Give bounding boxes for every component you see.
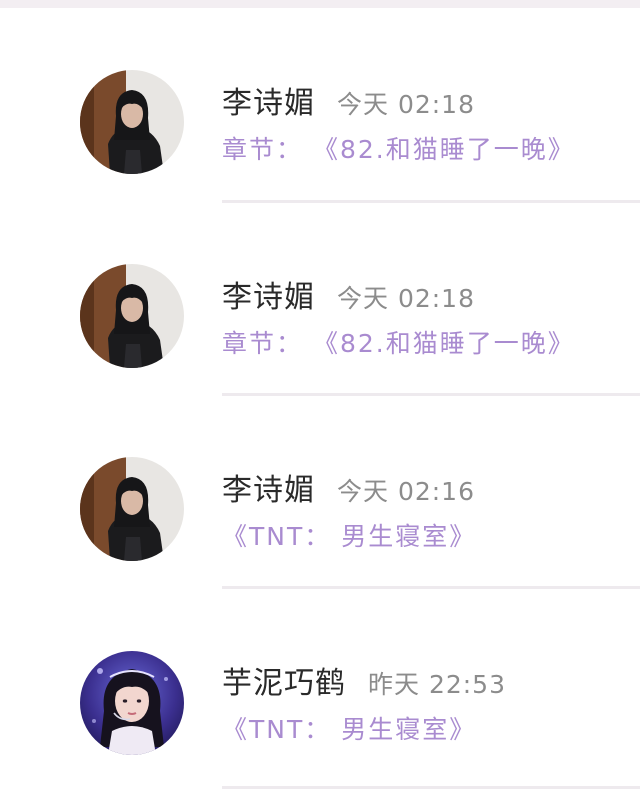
timestamp: 今天 02:18 <box>337 284 475 313</box>
comment-content-link[interactable]: 《TNT： 男生寝室》 <box>222 517 476 553</box>
comment-content-link[interactable]: 章节： 《82.和猫睡了一晚》 <box>222 324 575 360</box>
stage-performer-portrait-icon <box>80 651 184 755</box>
timestamp: 今天 02:16 <box>337 477 475 506</box>
list-item[interactable]: 李诗媚 今天 02:18 章节： 《82.和猫睡了一晚》 <box>0 8 640 203</box>
top-strip <box>0 0 640 8</box>
user-name[interactable]: 芋泥巧鹤 <box>222 666 346 701</box>
dark-haired-girl-portrait-icon <box>80 264 184 368</box>
comment-list: 李诗媚 今天 02:18 章节： 《82.和猫睡了一晚》 李诗媚 今天 02:18 … <box>0 8 640 789</box>
name-line: 李诗媚 今天 02:18 <box>222 272 475 316</box>
name-line: 芋泥巧鹤 昨天 22:53 <box>222 658 506 702</box>
user-name[interactable]: 李诗媚 <box>222 473 315 508</box>
dark-haired-girl-portrait-icon <box>80 70 184 174</box>
avatar[interactable] <box>80 70 184 174</box>
avatar[interactable] <box>80 651 184 755</box>
list-item[interactable]: 李诗媚 今天 02:16 《TNT： 男生寝室》 <box>0 395 640 589</box>
avatar[interactable] <box>80 264 184 368</box>
list-item[interactable]: 李诗媚 今天 02:18 章节： 《82.和猫睡了一晚》 <box>0 202 640 396</box>
user-name[interactable]: 李诗媚 <box>222 280 315 315</box>
user-name[interactable]: 李诗媚 <box>222 86 315 121</box>
dark-haired-girl-portrait-icon <box>80 457 184 561</box>
name-line: 李诗媚 今天 02:16 <box>222 465 475 509</box>
list-item[interactable]: 芋泥巧鹤 昨天 22:53 《TNT： 男生寝室》 <box>0 588 640 789</box>
comment-content-link[interactable]: 《TNT： 男生寝室》 <box>222 710 476 746</box>
timestamp: 昨天 22:53 <box>368 670 506 699</box>
name-line: 李诗媚 今天 02:18 <box>222 78 475 122</box>
avatar[interactable] <box>80 457 184 561</box>
divider <box>222 786 640 789</box>
comment-content-link[interactable]: 章节： 《82.和猫睡了一晚》 <box>222 130 575 166</box>
timestamp: 今天 02:18 <box>337 90 475 119</box>
